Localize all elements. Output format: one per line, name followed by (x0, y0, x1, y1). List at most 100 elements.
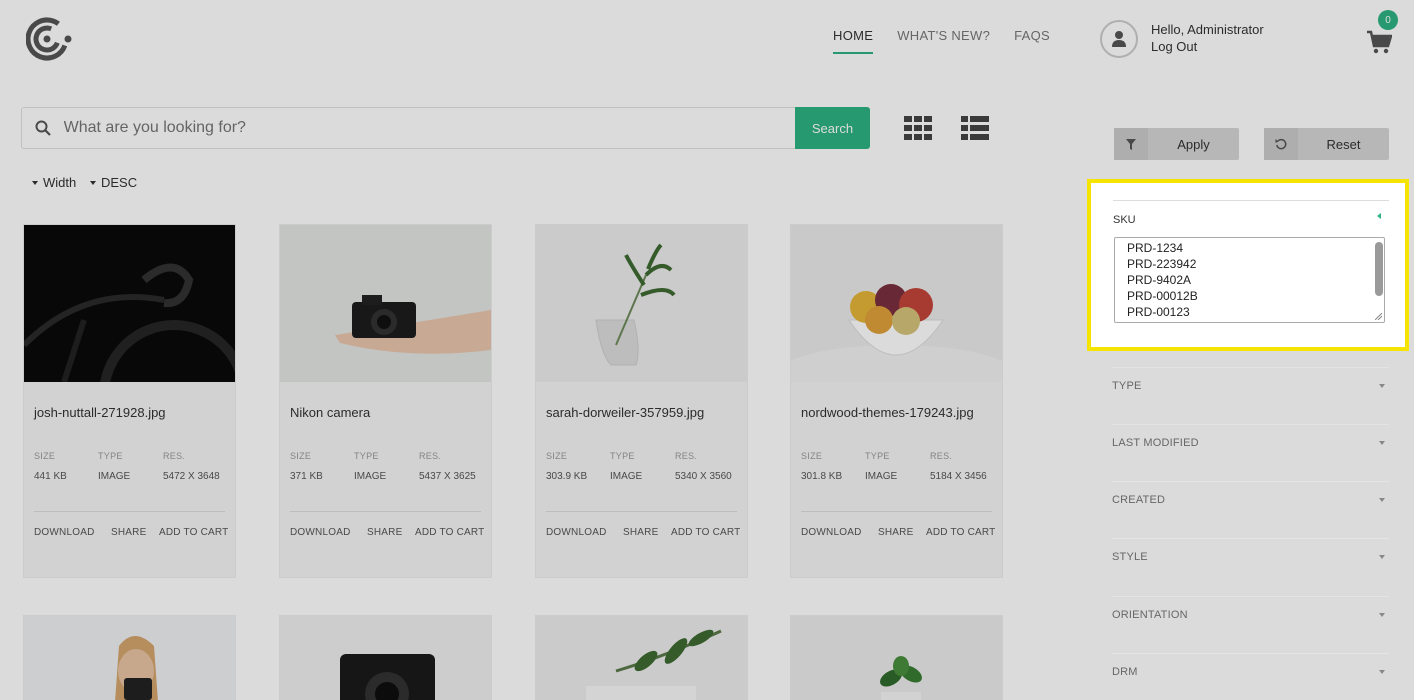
type-value: IMAGE (865, 471, 898, 482)
type-label: TYPE (865, 451, 890, 461)
facet-style[interactable]: STYLE (1112, 538, 1389, 595)
reset-label: Reset (1326, 136, 1361, 152)
download-link[interactable]: DOWNLOAD (290, 527, 351, 538)
divider (1113, 200, 1389, 201)
type-label: TYPE (610, 451, 635, 461)
asset-thumbnail[interactable] (280, 225, 491, 382)
chevron-down-icon (1379, 498, 1385, 502)
user-icon (1112, 31, 1126, 47)
card-divider (546, 511, 737, 512)
list-view-icon[interactable] (961, 116, 989, 140)
sort-order-label: DESC (101, 175, 138, 190)
size-label: SIZE (546, 451, 568, 461)
add-to-cart-link[interactable]: ADD TO CART (159, 527, 228, 538)
asset-title: sarah-dorweiler-357959.jpg (546, 405, 705, 420)
user-greeting-block: Hello, Administrator Log Out (1151, 21, 1264, 55)
asset-thumbnail[interactable] (535, 615, 748, 700)
asset-thumbnail[interactable] (791, 225, 1002, 382)
chevron-down-icon (1379, 613, 1385, 617)
asset-thumbnail[interactable] (790, 615, 1003, 700)
sort-field-dropdown[interactable]: Width (32, 175, 76, 190)
asset-thumbnail[interactable] (23, 615, 236, 700)
sku-value: PRD-1234 (1127, 241, 1184, 255)
asset-card[interactable]: nordwood-themes-179243.jpg SIZE TYPE RES… (790, 224, 1003, 578)
sku-label: SKU (1113, 214, 1136, 226)
top-nav: HOME WHAT'S NEW? FAQS (833, 28, 1074, 54)
res-value: 5184 X 3456 (930, 471, 987, 482)
type-label: TYPE (354, 451, 379, 461)
facet-created[interactable]: CREATED (1112, 481, 1389, 538)
nav-faqs[interactable]: FAQS (1014, 28, 1050, 54)
share-link[interactable]: SHARE (367, 527, 402, 538)
search-input[interactable] (63, 119, 795, 137)
res-label: RES. (675, 451, 698, 461)
res-label: RES. (419, 451, 442, 461)
sku-value: PRD-00012B (1127, 289, 1198, 303)
size-value: 301.8 KB (801, 471, 843, 482)
cart-icon[interactable] (1366, 30, 1392, 54)
asset-card[interactable]: Nikon camera SIZE TYPE RES. 371 KB IMAGE… (279, 224, 492, 578)
share-link[interactable]: SHARE (878, 527, 913, 538)
add-to-cart-link[interactable]: ADD TO CART (926, 527, 995, 538)
res-label: RES. (163, 451, 186, 461)
size-label: SIZE (34, 451, 56, 461)
scrollbar[interactable] (1375, 242, 1383, 296)
size-value: 441 KB (34, 471, 67, 482)
search-box (21, 107, 795, 149)
facet-label: DRM (1112, 666, 1138, 678)
share-link[interactable]: SHARE (111, 527, 146, 538)
apply-label: Apply (1177, 136, 1210, 152)
facet-orientation[interactable]: ORIENTATION (1112, 596, 1389, 653)
search-icon (22, 120, 64, 136)
type-value: IMAGE (354, 471, 387, 482)
download-link[interactable]: DOWNLOAD (34, 527, 95, 538)
brand-logo-icon[interactable] (26, 17, 74, 61)
user-avatar[interactable] (1100, 20, 1138, 58)
reset-button[interactable]: Reset (1264, 128, 1389, 160)
facet-last-modified[interactable]: LAST MODIFIED (1112, 424, 1389, 481)
sort-order-dropdown[interactable]: DESC (90, 175, 137, 190)
nav-whats-new[interactable]: WHAT'S NEW? (897, 28, 990, 54)
asset-thumbnail[interactable] (536, 225, 747, 382)
share-link[interactable]: SHARE (623, 527, 658, 538)
download-link[interactable]: DOWNLOAD (546, 527, 607, 538)
size-value: 371 KB (290, 471, 323, 482)
collapse-caret-icon[interactable] (1377, 213, 1381, 219)
res-value: 5472 X 3648 (163, 471, 220, 482)
size-label: SIZE (290, 451, 312, 461)
res-label: RES. (930, 451, 953, 461)
facet-type[interactable]: TYPE (1112, 367, 1389, 424)
logout-link[interactable]: Log Out (1151, 38, 1264, 55)
type-value: IMAGE (98, 471, 131, 482)
size-label: SIZE (801, 451, 823, 461)
sku-textarea[interactable]: PRD-1234 PRD-223942 PRD-9402A PRD-00012B… (1114, 237, 1385, 323)
reset-icon (1264, 128, 1298, 160)
card-divider (801, 511, 992, 512)
asset-card[interactable]: josh-nuttall-271928.jpg SIZE TYPE RES. 4… (23, 224, 236, 578)
card-divider (290, 511, 481, 512)
asset-title: nordwood-themes-179243.jpg (801, 405, 974, 420)
grid-view-icon[interactable] (904, 116, 932, 140)
asset-title: josh-nuttall-271928.jpg (34, 405, 166, 420)
asset-title: Nikon camera (290, 405, 371, 420)
asset-thumbnail[interactable] (279, 615, 492, 700)
resize-handle-icon[interactable] (1375, 313, 1382, 320)
nav-home[interactable]: HOME (833, 28, 874, 54)
user-greeting: Hello, Administrator (1151, 22, 1264, 37)
asset-thumbnail[interactable] (24, 225, 235, 382)
sku-value: PRD-9402A (1127, 273, 1192, 287)
filter-icon (1114, 128, 1148, 160)
add-to-cart-link[interactable]: ADD TO CART (671, 527, 740, 538)
chevron-down-icon (1379, 555, 1385, 559)
download-link[interactable]: DOWNLOAD (801, 527, 862, 538)
cart-count-badge: 0 (1378, 10, 1398, 30)
res-value: 5437 X 3625 (419, 471, 476, 482)
sku-filter-panel: SKU PRD-1234 PRD-223942 PRD-9402A PRD-00… (1087, 179, 1409, 351)
add-to-cart-link[interactable]: ADD TO CART (415, 527, 484, 538)
asset-card[interactable]: sarah-dorweiler-357959.jpg SIZE TYPE RES… (535, 224, 748, 578)
apply-button[interactable]: Apply (1114, 128, 1239, 160)
search-button[interactable]: Search (795, 107, 870, 149)
facet-drm[interactable]: DRM (1112, 653, 1389, 700)
type-label: TYPE (98, 451, 123, 461)
sku-value: PRD-00123 (1127, 305, 1190, 319)
